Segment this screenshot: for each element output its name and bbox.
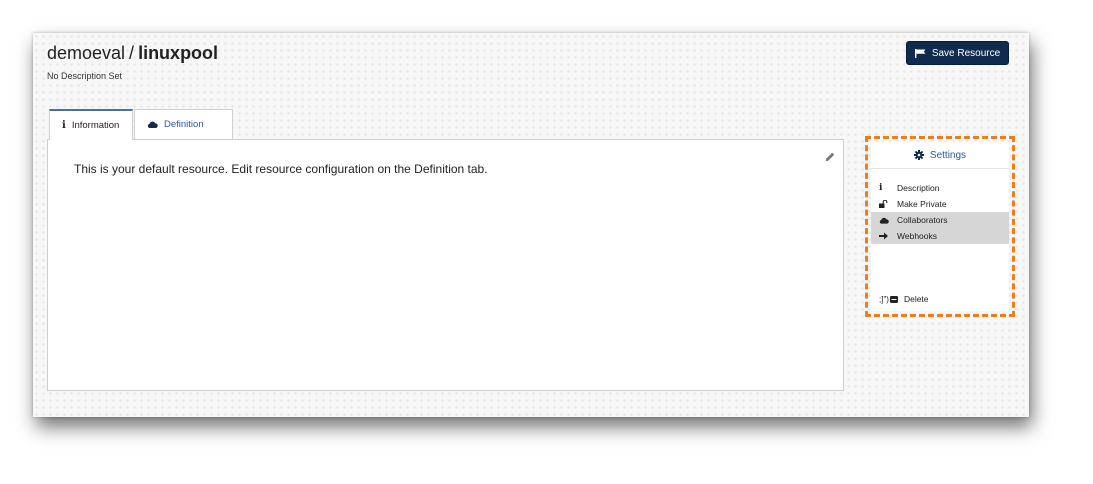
- resource-name: linuxpool: [138, 43, 219, 63]
- settings-item-delete[interactable]: ;]") Delete: [871, 291, 1009, 307]
- settings-item-label: Make Private: [897, 199, 947, 209]
- settings-item-label: Description: [897, 183, 940, 193]
- settings-header-label: Settings: [929, 149, 967, 161]
- cloud-icon: [879, 217, 897, 224]
- tab-information-label: Information: [71, 120, 120, 131]
- gear-icon: [913, 150, 924, 160]
- settings-item-description[interactable]: i Description: [871, 180, 1009, 196]
- information-text: This is your default resource. Edit reso…: [74, 162, 488, 176]
- information-panel: This is your default resource. Edit reso…: [47, 139, 844, 391]
- resource-description: No Description Set: [47, 71, 123, 81]
- arrow-right-icon: [879, 232, 897, 240]
- settings-item-label: Collaborators: [897, 215, 948, 225]
- settings-header[interactable]: Settings: [871, 142, 1009, 169]
- title-separator: /: [129, 43, 135, 63]
- tab-information[interactable]: i Information: [49, 109, 133, 140]
- resource-window: demoeval / linuxpool No Description Set Sa…: [33, 33, 1029, 417]
- info-icon: i: [62, 120, 66, 131]
- unlock-icon: [879, 200, 897, 208]
- save-resource-label: Save Resource: [931, 47, 1001, 59]
- settings-menu: i Description Make Private Collaborators…: [871, 180, 1009, 244]
- pencil-icon[interactable]: [825, 152, 835, 162]
- trash-icon: [889, 295, 898, 303]
- tab-definition[interactable]: Definition: [134, 109, 233, 139]
- settings-item-webhooks[interactable]: Webhooks: [871, 228, 1009, 244]
- page-title: demoeval / linuxpool: [47, 43, 218, 64]
- settings-highlight-box: Settings i Description Make Private Coll…: [865, 136, 1015, 317]
- flag-icon: [914, 48, 926, 58]
- delete-glyph-text: ;]"): [879, 294, 889, 304]
- settings-item-make-private[interactable]: Make Private: [871, 196, 1009, 212]
- owner-name[interactable]: demoeval: [47, 43, 125, 63]
- info-icon: i: [879, 183, 883, 193]
- settings-item-label: Webhooks: [897, 231, 938, 241]
- settings-item-collaborators[interactable]: Collaborators: [871, 212, 1009, 228]
- tab-definition-label: Definition: [164, 119, 204, 130]
- delete-label: Delete: [903, 294, 929, 304]
- settings-panel: Settings i Description Make Private Coll…: [871, 142, 1009, 311]
- cloud-icon: [147, 121, 158, 128]
- save-resource-button[interactable]: Save Resource: [906, 41, 1009, 65]
